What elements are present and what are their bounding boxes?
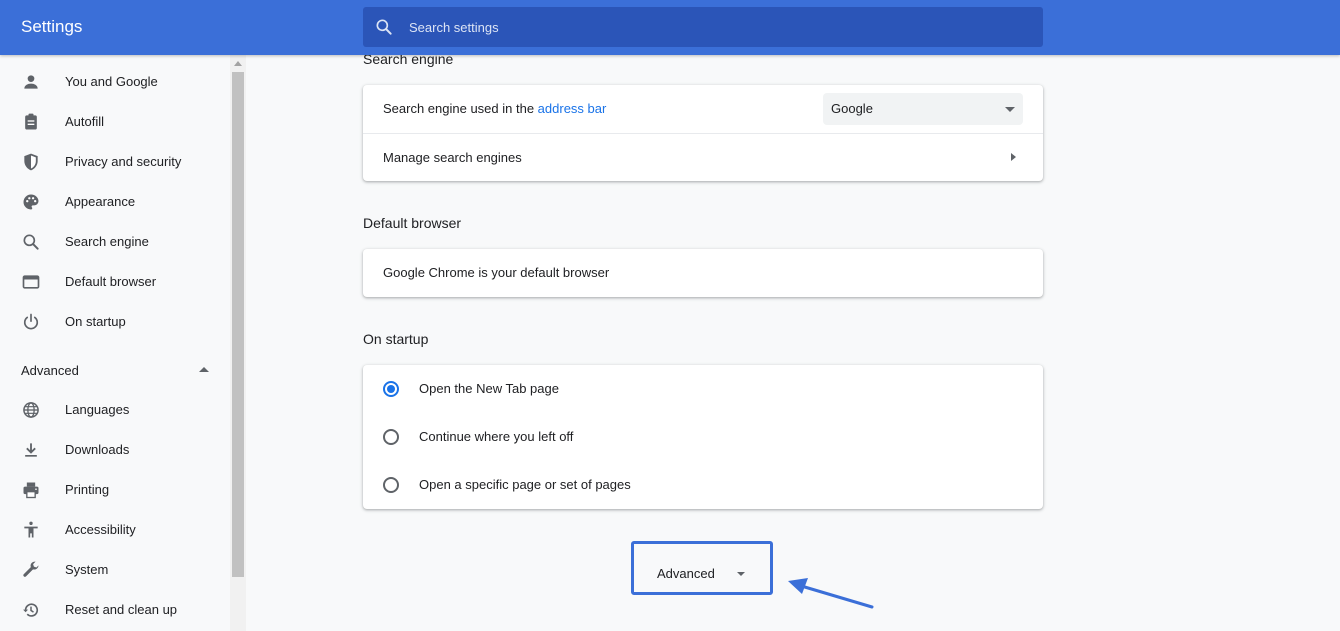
sidebar: You and Google Autofill Privacy and secu…	[0, 55, 230, 631]
sidebar-item-accessibility[interactable]: Accessibility	[0, 510, 230, 550]
sidebar-item-label: Printing	[65, 482, 110, 497]
history-icon	[23, 603, 39, 617]
chevron-up-icon	[199, 367, 209, 372]
startup-option-specific-pages[interactable]: Open a specific page or set of pages	[363, 461, 1043, 509]
section-title-default-browser: Default browser	[363, 215, 462, 231]
sidebar-advanced-label: Advanced	[21, 363, 79, 378]
download-icon	[25, 443, 37, 457]
sidebar-item-label: Reset and clean up	[65, 602, 178, 617]
scroll-up-arrow-icon[interactable]	[234, 61, 242, 66]
radio-button[interactable]	[383, 477, 399, 493]
power-icon	[23, 313, 39, 330]
radio-button-selected[interactable]	[383, 381, 399, 397]
search-engine-select[interactable]: Google	[823, 93, 1023, 125]
advanced-expand-button[interactable]: Advanced	[631, 541, 773, 595]
search-engine-row: Search engine used in the address bar Go…	[363, 85, 1043, 133]
clipboard-icon	[25, 113, 37, 130]
app-title: Settings	[21, 17, 83, 36]
sidebar-item-label: Downloads	[65, 442, 130, 457]
startup-option-label: Open the New Tab page	[419, 381, 559, 396]
on-startup-card: Open the New Tab page Continue where you…	[363, 365, 1043, 509]
sidebar-item-privacy-and-security[interactable]: Privacy and security	[0, 142, 230, 182]
search-engine-label: Search engine used in the address bar	[383, 101, 607, 116]
sidebar-item-system[interactable]: System	[0, 550, 230, 590]
sidebar-item-label: Languages	[65, 402, 130, 417]
startup-option-label: Continue where you left off	[419, 429, 574, 444]
sidebar-item-label: Autofill	[65, 114, 105, 129]
startup-option-new-tab[interactable]: Open the New Tab page	[363, 365, 1043, 413]
search-icon	[376, 19, 392, 35]
top-bar: Settings	[0, 0, 1340, 55]
sidebar-item-label: Appearance	[65, 194, 136, 209]
palette-icon	[23, 194, 39, 210]
accessibility-icon	[24, 521, 38, 538]
person-icon	[24, 75, 38, 89]
default-browser-card: Google Chrome is your default browser	[363, 249, 1043, 297]
search-icon	[23, 234, 39, 250]
sidebar-item-label: Search engine	[65, 234, 149, 249]
address-bar-link[interactable]: address bar	[538, 101, 607, 116]
sidebar-item-default-browser[interactable]: Default browser	[0, 262, 230, 302]
search-engine-selected-value: Google	[831, 101, 873, 116]
search-engine-card: Search engine used in the address bar Go…	[363, 85, 1043, 181]
search-box[interactable]	[363, 7, 1043, 47]
printer-icon	[23, 482, 39, 499]
sidebar-item-label: On startup	[65, 314, 126, 329]
sidebar-item-printing[interactable]: Printing	[0, 470, 230, 510]
sidebar-item-languages[interactable]: Languages	[0, 390, 230, 430]
sidebar-advanced-toggle[interactable]: Advanced	[0, 350, 230, 390]
startup-option-continue[interactable]: Continue where you left off	[363, 413, 1043, 461]
chevron-right-icon	[1011, 153, 1016, 161]
advanced-button-label: Advanced	[657, 566, 715, 581]
sidebar-item-label: System	[65, 562, 109, 577]
manage-search-engines-label: Manage search engines	[383, 150, 522, 165]
sidebar-item-search-engine[interactable]: Search engine	[0, 222, 230, 262]
search-input[interactable]	[409, 7, 1029, 47]
scrollbar-thumb[interactable]	[232, 72, 244, 577]
startup-option-label: Open a specific page or set of pages	[419, 477, 631, 492]
default-browser-status: Google Chrome is your default browser	[383, 265, 610, 280]
radio-button[interactable]	[383, 429, 399, 445]
dropdown-arrow-icon	[1005, 107, 1015, 112]
section-title-on-startup: On startup	[363, 331, 429, 347]
globe-icon	[23, 402, 39, 418]
sidebar-item-label: Privacy and security	[65, 154, 182, 169]
annotation-arrow-icon	[788, 578, 874, 609]
manage-search-engines-row[interactable]: Manage search engines	[363, 134, 1043, 181]
shield-icon	[24, 153, 38, 171]
chevron-down-icon	[737, 572, 745, 576]
sidebar-item-appearance[interactable]: Appearance	[0, 182, 230, 222]
sidebar-item-label: Default browser	[65, 274, 157, 289]
sidebar-item-downloads[interactable]: Downloads	[0, 430, 230, 470]
sidebar-item-label: You and Google	[65, 74, 158, 89]
wrench-icon	[23, 561, 39, 577]
sidebar-scrollbar[interactable]	[230, 55, 246, 631]
sidebar-item-you-and-google[interactable]: You and Google	[0, 62, 230, 102]
sidebar-item-reset-and-clean-up[interactable]: Reset and clean up	[0, 590, 230, 630]
sidebar-item-label: Accessibility	[65, 522, 136, 537]
browser-window-icon	[22, 275, 40, 289]
sidebar-item-on-startup[interactable]: On startup	[0, 302, 230, 342]
sidebar-item-autofill[interactable]: Autofill	[0, 102, 230, 142]
